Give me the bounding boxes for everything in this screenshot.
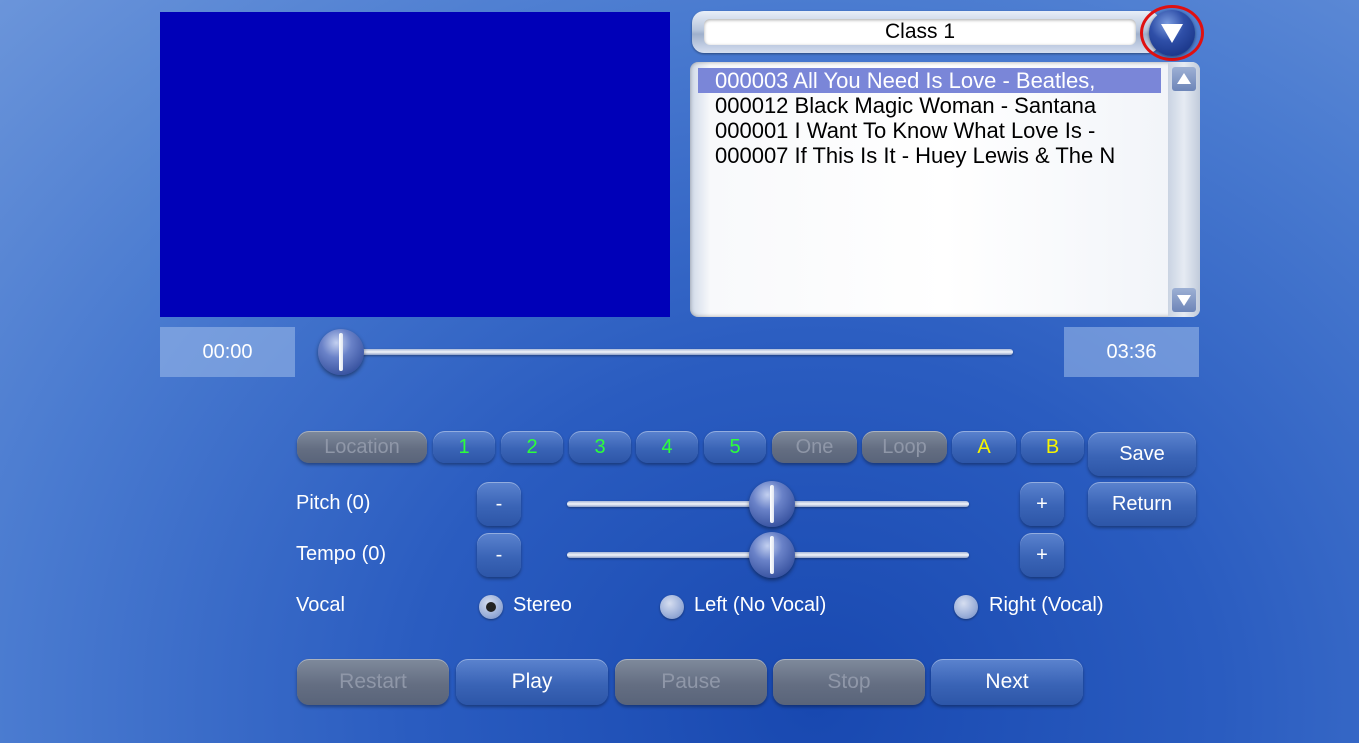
vocal-label: Vocal xyxy=(296,594,345,616)
video-display xyxy=(160,12,670,317)
pitch-label: Pitch (0) xyxy=(296,492,371,514)
dropdown-arrow-icon[interactable] xyxy=(1149,10,1195,56)
left-no-vocal-label[interactable]: Left (No Vocal) xyxy=(694,594,826,617)
song-list-item[interactable]: 000007 If This Is It - Huey Lewis & The … xyxy=(698,143,1161,168)
location-5-button[interactable]: 5 xyxy=(704,431,766,463)
stereo-radio[interactable] xyxy=(479,595,503,619)
left-no-vocal-radio[interactable] xyxy=(660,595,684,619)
tempo-plus-button[interactable]: + xyxy=(1020,533,1064,577)
song-list-item[interactable]: 000012 Black Magic Woman - Santana xyxy=(698,93,1161,118)
elapsed-time: 00:00 xyxy=(160,327,295,377)
right-vocal-label[interactable]: Right (Vocal) xyxy=(989,594,1104,617)
progress-slider-knob[interactable] xyxy=(318,329,364,375)
pitch-slider-knob[interactable] xyxy=(749,481,795,527)
pause-button[interactable]: Pause xyxy=(615,659,767,705)
next-button[interactable]: Next xyxy=(931,659,1083,705)
location-2-button[interactable]: 2 xyxy=(501,431,563,463)
stereo-label[interactable]: Stereo xyxy=(513,594,572,617)
return-button[interactable]: Return xyxy=(1088,482,1196,526)
pitch-minus-button[interactable]: - xyxy=(477,482,521,526)
progress-track[interactable] xyxy=(340,349,1013,355)
scroll-up-icon[interactable] xyxy=(1172,67,1196,91)
total-time: 03:36 xyxy=(1064,327,1199,377)
a-point-button[interactable]: A xyxy=(952,431,1016,463)
song-list-item[interactable]: 000001 I Want To Know What Love Is - xyxy=(698,118,1161,143)
tempo-label: Tempo (0) xyxy=(296,543,387,565)
pitch-plus-button[interactable]: + xyxy=(1020,482,1064,526)
scroll-down-icon[interactable] xyxy=(1172,288,1196,312)
save-button[interactable]: Save xyxy=(1088,432,1196,476)
class-select-value: Class 1 xyxy=(704,19,1136,45)
play-button[interactable]: Play xyxy=(456,659,608,705)
song-list-item[interactable]: 000003 All You Need Is Love - Beatles, xyxy=(698,68,1161,93)
location-1-button[interactable]: 1 xyxy=(433,431,495,463)
restart-button[interactable]: Restart xyxy=(297,659,449,705)
location-button[interactable]: Location xyxy=(297,431,427,463)
location-3-button[interactable]: 3 xyxy=(569,431,631,463)
right-vocal-radio[interactable] xyxy=(954,595,978,619)
song-list-scrollbar[interactable] xyxy=(1168,62,1200,317)
location-4-button[interactable]: 4 xyxy=(636,431,698,463)
b-point-button[interactable]: B xyxy=(1021,431,1084,463)
stop-button[interactable]: Stop xyxy=(773,659,925,705)
one-button[interactable]: One xyxy=(772,431,857,463)
song-list[interactable]: 000003 All You Need Is Love - Beatles, 0… xyxy=(690,62,1200,317)
tempo-minus-button[interactable]: - xyxy=(477,533,521,577)
class-select[interactable]: Class 1 xyxy=(692,11,1160,53)
tempo-slider-knob[interactable] xyxy=(749,532,795,578)
loop-button[interactable]: Loop xyxy=(862,431,947,463)
